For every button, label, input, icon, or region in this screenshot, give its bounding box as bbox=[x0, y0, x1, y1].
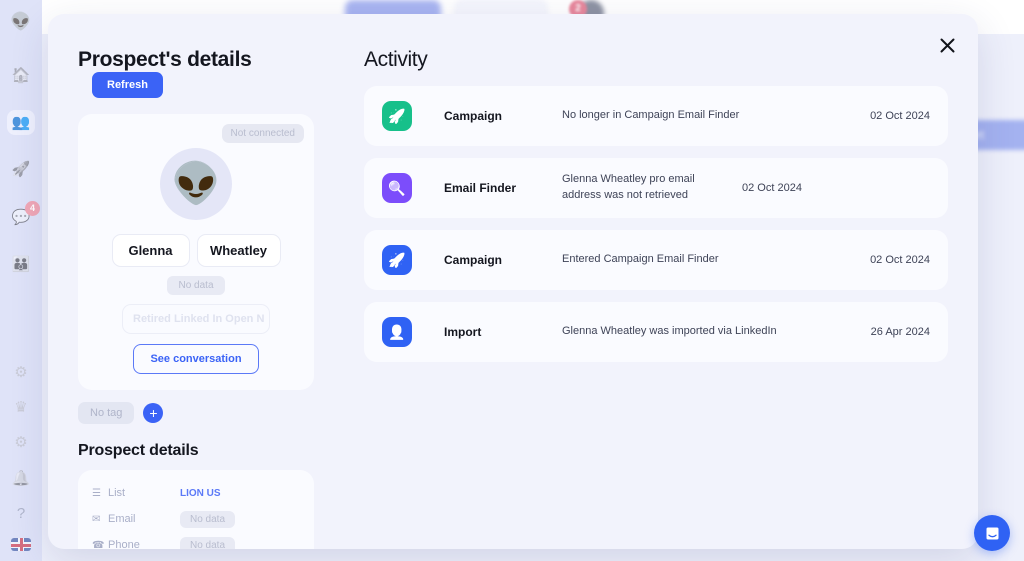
gear-icon: ⚙ bbox=[14, 363, 28, 381]
see-conversation-button[interactable]: See conversation bbox=[133, 344, 259, 374]
list-icon: ☰ bbox=[92, 487, 101, 499]
prospect-details-modal: Prospect's details Refresh Not connected… bbox=[48, 14, 978, 549]
prospect-details-heading: Prospect details bbox=[78, 442, 199, 459]
activity-type: Import bbox=[444, 325, 482, 339]
company-empty-badge: No data bbox=[167, 276, 225, 295]
add-tag-button[interactable]: + bbox=[143, 403, 164, 423]
table-row[interactable]: 🚀 Campaign No longer in Campaign Email F… bbox=[364, 86, 948, 146]
activity-type: Campaign bbox=[444, 253, 503, 267]
sidebar-item-team[interactable]: 👪 bbox=[7, 252, 35, 277]
activity-description: No longer in Campaign Email Finder bbox=[562, 109, 740, 122]
detail-row-list: ☰ List LION US bbox=[92, 483, 300, 503]
alien-avatar-icon: 👽 bbox=[171, 162, 221, 206]
alien-icon: 👽 bbox=[10, 12, 32, 32]
activity-type: Campaign bbox=[444, 109, 503, 123]
icon-glyph: 🔍 bbox=[388, 180, 406, 196]
refresh-button[interactable]: Refresh bbox=[92, 72, 163, 98]
bell-icon: 🔔 bbox=[11, 469, 31, 487]
left-panel-scroll: Prospect's details Refresh Not connected… bbox=[78, 48, 320, 549]
detail-label: Email bbox=[108, 513, 136, 525]
detail-value-phone: No data bbox=[180, 536, 236, 549]
activity-date: 02 Oct 2024 bbox=[742, 182, 802, 194]
left-panel: Prospect's details Refresh Not connected… bbox=[78, 48, 320, 549]
rocket-icon: 🚀 bbox=[382, 101, 412, 131]
question-icon: ? bbox=[16, 505, 26, 523]
sidebar-item-settings[interactable]: ⚙ bbox=[7, 359, 35, 384]
home-icon: 🏠 bbox=[11, 66, 31, 84]
detail-value-list[interactable]: LION US bbox=[180, 488, 221, 499]
last-name-input[interactable] bbox=[196, 234, 281, 267]
rocket-icon: 🚀 bbox=[382, 245, 412, 275]
avatar: 👽 bbox=[160, 148, 232, 220]
sidebar-rail: 👽 🏠 👥 🚀 💬 4 👪 ⚙ ♛ ⚙ 🔔 ? bbox=[0, 0, 42, 561]
sidebar-item-notifications[interactable]: 🔔 bbox=[7, 466, 35, 491]
tag-row: No tag + bbox=[78, 402, 314, 424]
headline-input[interactable]: Retired Linked In Open N bbox=[122, 304, 270, 334]
envelope-icon: ✉ bbox=[92, 513, 101, 525]
email-finder-icon: 🔍 bbox=[382, 173, 412, 203]
activity-date: 26 Apr 2024 bbox=[870, 326, 930, 338]
prospect-details-card: ☰ List LION US ✉ Email No data ☎ Phone N… bbox=[78, 470, 314, 549]
modal-header: Prospect's details Refresh bbox=[78, 48, 314, 98]
activity-date: 02 Oct 2024 bbox=[870, 110, 930, 122]
name-row bbox=[90, 234, 302, 267]
table-row[interactable]: 👤 Import Glenna Wheatley was imported vi… bbox=[364, 302, 948, 362]
modal-body: Prospect's details Refresh Not connected… bbox=[48, 14, 978, 549]
first-name-input[interactable] bbox=[111, 234, 190, 267]
activity-description: Entered Campaign Email Finder bbox=[562, 253, 719, 266]
activity-date: 02 Oct 2024 bbox=[870, 254, 930, 266]
detail-row-email: ✉ Email No data bbox=[92, 509, 300, 529]
people-icon: 👥 bbox=[11, 113, 31, 131]
activity-description: Glenna Wheatley was imported via LinkedI… bbox=[562, 325, 777, 338]
app-root: 2 ort 👽 🏠 👥 🚀 💬 4 👪 ⚙ ♛ ⚙ bbox=[0, 0, 1024, 561]
table-row[interactable]: 🚀 Campaign Entered Campaign Email Finder… bbox=[364, 230, 948, 290]
sidebar-item-help[interactable]: ? bbox=[7, 501, 35, 526]
sidebar-item-campaigns[interactable]: 🚀 bbox=[7, 157, 35, 182]
table-row[interactable]: 🔍 Email Finder Glenna Wheatley pro email… bbox=[364, 158, 948, 218]
activity-type: Email Finder bbox=[444, 181, 517, 195]
activity-panel: Activity 🚀 Campaign No longer in Campaig… bbox=[320, 48, 948, 549]
sidebar-item-prospects[interactable]: 👥 bbox=[7, 109, 35, 136]
status-badge: Not connected bbox=[221, 124, 304, 143]
person-icon: 👤 bbox=[382, 317, 412, 347]
uk-flag-icon[interactable] bbox=[11, 538, 31, 551]
sidebar-item-inbox[interactable]: 💬 4 bbox=[7, 200, 40, 230]
phone-icon: ☎ bbox=[92, 539, 105, 550]
tag-badge: No tag bbox=[78, 402, 135, 424]
sidebar-item-preferences[interactable]: ⚙ bbox=[7, 430, 35, 455]
page-title: Prospect's details bbox=[78, 48, 252, 71]
activity-description: Glenna Wheatley pro email address was no… bbox=[562, 173, 695, 201]
icon-glyph: 🚀 bbox=[388, 108, 406, 124]
detail-label: Phone bbox=[108, 539, 140, 549]
icon-glyph: 🚀 bbox=[388, 252, 406, 268]
detail-row-phone: ☎ Phone No data bbox=[92, 535, 300, 549]
close-icon[interactable] bbox=[930, 28, 964, 62]
gear-icon: ⚙ bbox=[14, 434, 28, 452]
detail-label: List bbox=[108, 487, 126, 499]
team-icon: 👪 bbox=[11, 256, 31, 274]
detail-value-email: No data bbox=[180, 510, 236, 528]
activity-heading: Activity bbox=[364, 48, 428, 71]
inbox-badge: 4 bbox=[25, 200, 40, 216]
sidebar-item-logo[interactable]: 👽 bbox=[7, 9, 35, 34]
profile-card: Not connected 👽 No data Retired Linked I… bbox=[78, 114, 314, 390]
icon-glyph: 👤 bbox=[388, 324, 406, 340]
sidebar-item-home[interactable]: 🏠 bbox=[7, 62, 35, 87]
crown-icon: ♛ bbox=[14, 398, 28, 416]
sidebar-item-upgrade[interactable]: ♛ bbox=[7, 395, 35, 420]
rocket-icon: 🚀 bbox=[11, 161, 31, 179]
intercom-chat-icon[interactable] bbox=[974, 515, 1010, 551]
